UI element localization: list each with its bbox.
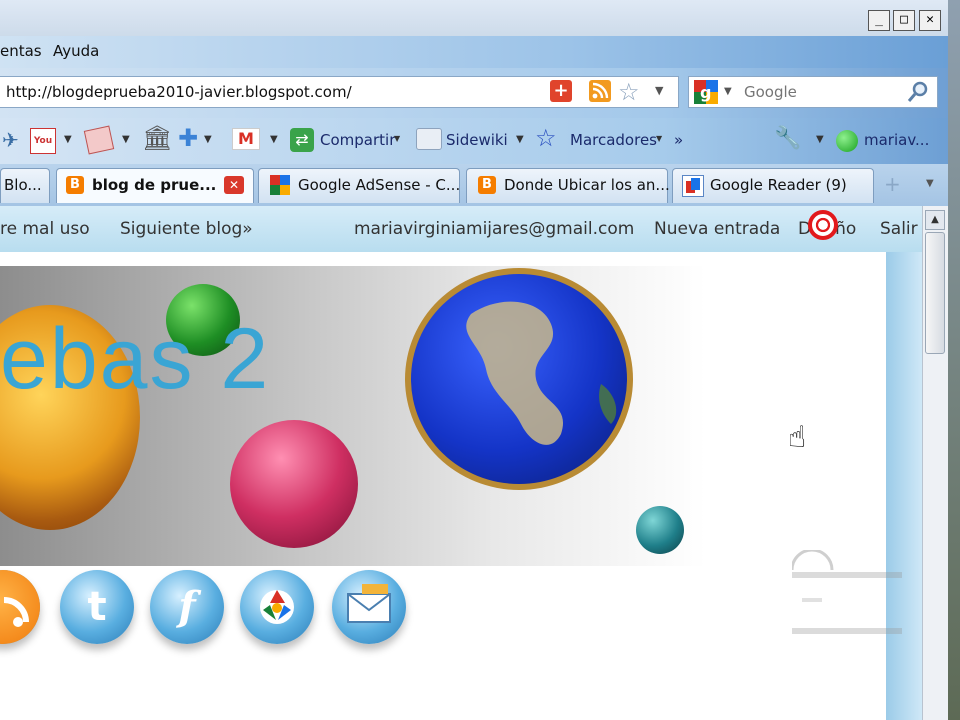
- tab-label: Donde Ubicar los an...: [504, 176, 670, 194]
- facebook-social-button[interactable]: f: [150, 570, 224, 644]
- toolbar-overflow-button[interactable]: »: [674, 131, 683, 149]
- add-plus-icon[interactable]: +: [550, 80, 572, 102]
- bank-icon[interactable]: 🏛: [142, 124, 172, 152]
- address-url[interactable]: http://blogdeprueba2010-javier.blogspot.…: [6, 83, 352, 101]
- sidewiki-button[interactable]: Sidewiki: [446, 131, 508, 149]
- bookmarks-dropdown-icon[interactable]: ▼: [656, 134, 662, 143]
- new-post-link[interactable]: Nueva entrada: [654, 219, 780, 239]
- window-title-bar: [0, 0, 948, 36]
- picasa-social-button[interactable]: [240, 570, 314, 644]
- email-social-button[interactable]: [332, 570, 406, 644]
- scrollbar-thumb[interactable]: [925, 232, 945, 354]
- earth-globe-image: [405, 268, 633, 490]
- hand-cursor-icon: ☝: [788, 420, 807, 455]
- user-account-button[interactable]: mariav...: [864, 131, 929, 149]
- share-button[interactable]: Compartir: [320, 131, 395, 149]
- rss-social-button[interactable]: [0, 570, 40, 644]
- add-dropdown-icon[interactable]: ▼: [204, 134, 212, 145]
- magenta-planet-sphere: [230, 420, 358, 548]
- facebook-icon: f: [178, 583, 196, 630]
- picasa-icon: [240, 570, 314, 668]
- user-status-icon[interactable]: [836, 130, 858, 152]
- maximize-button[interactable]: □: [893, 10, 915, 31]
- tab-label: Blo...: [4, 176, 42, 194]
- close-button[interactable]: ✕: [919, 10, 941, 31]
- youtube-icon[interactable]: You: [30, 128, 56, 154]
- card-dropdown-icon[interactable]: ▼: [122, 134, 130, 145]
- desktop-background: [948, 0, 960, 720]
- blogger-icon: B: [66, 176, 84, 194]
- tab-label: Google Reader (9): [710, 176, 847, 194]
- logout-link[interactable]: Salir: [880, 219, 918, 239]
- sidewiki-icon[interactable]: [416, 128, 442, 150]
- click-indicator-icon: [808, 210, 838, 240]
- rss-feed-icon[interactable]: [589, 80, 611, 102]
- bookmarks-star-icon[interactable]: ☆: [535, 124, 557, 152]
- history-dropdown-icon[interactable]: ▼: [655, 84, 663, 97]
- next-blog-link[interactable]: Siguiente blog»: [120, 219, 253, 239]
- wrench-dropdown-icon[interactable]: ▼: [816, 134, 824, 145]
- teal-planet-sphere: [636, 506, 684, 554]
- blogger-icon: B: [478, 176, 496, 194]
- tab-label: Google AdSense - C...: [298, 176, 461, 194]
- menu-bar: [0, 36, 948, 68]
- google-search-engine-icon[interactable]: g: [694, 80, 718, 104]
- share-icon[interactable]: ⇄: [290, 128, 314, 152]
- tab-list-dropdown-icon[interactable]: ▼: [926, 178, 934, 189]
- youtube-dropdown-icon[interactable]: ▼: [64, 134, 72, 145]
- share-dropdown-icon[interactable]: ▼: [394, 134, 400, 143]
- add-cross-icon[interactable]: ✚: [178, 124, 198, 152]
- search-engine-dropdown-icon[interactable]: ▼: [724, 86, 732, 97]
- report-abuse-link[interactable]: re mal uso: [0, 219, 90, 239]
- twitter-social-button[interactable]: t: [60, 570, 134, 644]
- google-adsense-icon: [270, 175, 290, 195]
- svg-text:g: g: [700, 83, 711, 102]
- wrench-icon[interactable]: 🔧: [774, 126, 801, 151]
- gmail-icon[interactable]: M: [232, 128, 260, 150]
- minimize-button[interactable]: _: [868, 10, 890, 31]
- search-magnifier-icon[interactable]: [906, 80, 930, 108]
- sidewiki-dropdown-icon[interactable]: ▼: [516, 134, 524, 145]
- gmail-dropdown-icon[interactable]: ▼: [270, 134, 278, 145]
- envelope-icon: [332, 570, 406, 668]
- tab-label: blog de prue...: [92, 176, 217, 194]
- menu-item-help[interactable]: Ayuda: [53, 42, 99, 60]
- rss-icon: [0, 570, 40, 644]
- twitter-icon: t: [87, 584, 107, 630]
- user-email-label: mariavirginiamijares@gmail.com: [354, 219, 635, 239]
- bookmarks-button[interactable]: Marcadores: [570, 131, 657, 149]
- tab-close-icon[interactable]: ✕: [224, 176, 244, 194]
- scroll-up-arrow-icon[interactable]: ▲: [925, 210, 945, 230]
- bookmark-star-icon[interactable]: ☆: [618, 78, 640, 106]
- faded-widget: [790, 548, 902, 650]
- blog-title[interactable]: ebas 2: [0, 310, 270, 409]
- menu-item-tools[interactable]: entas: [0, 42, 42, 60]
- google-reader-icon: [682, 175, 704, 197]
- new-tab-icon[interactable]: +: [884, 172, 901, 196]
- toolbar-arrow-icon[interactable]: ✈: [2, 128, 19, 152]
- search-input[interactable]: [742, 80, 896, 104]
